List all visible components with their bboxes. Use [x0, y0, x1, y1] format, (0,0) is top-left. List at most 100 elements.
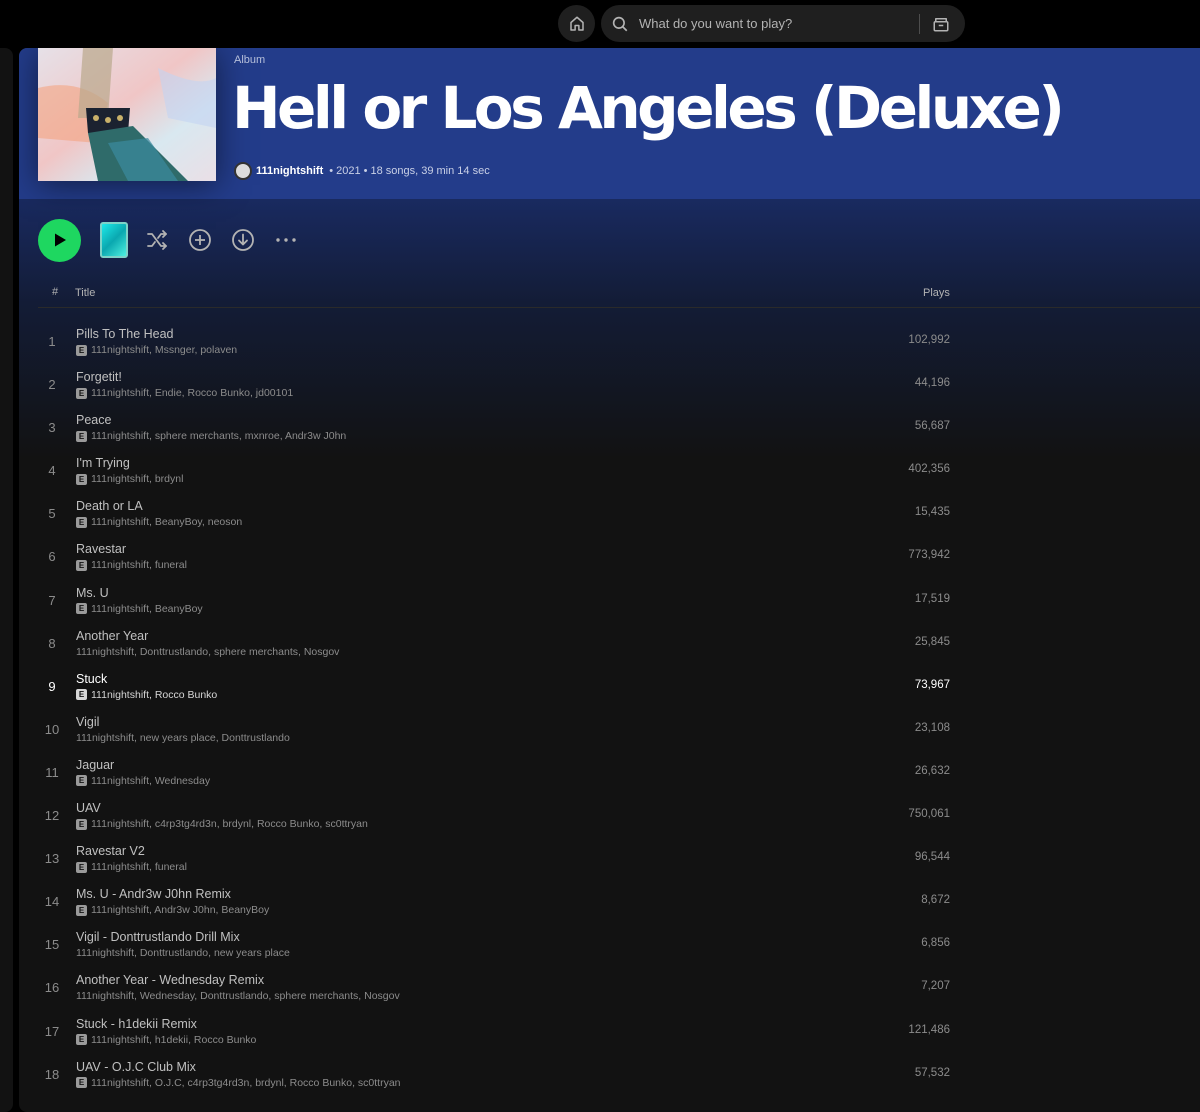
track-artists: E 111nightshift, h1dekii, Rocco Bunko — [76, 1034, 256, 1046]
album-cover[interactable] — [38, 48, 216, 181]
track-title[interactable]: Ms. U - Andr3w J0hn Remix — [76, 887, 231, 901]
explicit-badge: E — [76, 344, 87, 356]
home-button[interactable] — [558, 5, 595, 42]
table-row[interactable]: 17 Stuck - h1dekii Remix E 111nightshift, h… — [38, 1010, 958, 1053]
track-plays: 750,061 — [908, 808, 950, 821]
track-title[interactable]: Vigil - Donttrustlando Drill Mix — [76, 930, 240, 944]
track-artist-names[interactable]: 111nightshift, BeanyBoy — [91, 603, 203, 615]
explicit-badge: E — [76, 904, 87, 916]
track-artist-names[interactable]: 111nightshift, Rocco Bunko — [91, 689, 217, 701]
track-number: 15 — [44, 937, 60, 953]
tracklist-header: # Title Plays — [38, 284, 1200, 308]
track-artist-names[interactable]: 111nightshift, h1dekii, Rocco Bunko — [91, 1034, 256, 1046]
play-button[interactable] — [38, 218, 81, 262]
track-title[interactable]: I'm Trying — [76, 456, 130, 470]
table-row[interactable]: 18 UAV - O.J.C Club Mix E 111nightshift, O.… — [38, 1053, 958, 1096]
track-artist-names[interactable]: 111nightshift, brdynl — [91, 473, 183, 485]
tracklist: 1 Pills To The Head E 111nightshift, Mssnge… — [38, 320, 958, 1096]
track-artist-names[interactable]: 111nightshift, Wednesday, Donttrustlando… — [76, 990, 400, 1002]
table-row[interactable]: 3 Peace E 111nightshift, sphere merchants, … — [38, 406, 958, 449]
track-title[interactable]: UAV - O.J.C Club Mix — [76, 1060, 196, 1074]
album-title: Hell or Los Angeles (Deluxe) — [232, 74, 1065, 142]
track-number: 6 — [48, 549, 56, 565]
track-title[interactable]: Pills To The Head — [76, 327, 174, 341]
explicit-badge: E — [76, 861, 87, 873]
track-number: 18 — [44, 1066, 60, 1082]
search-input[interactable] — [639, 16, 909, 31]
table-row[interactable]: 5 Death or LA E 111nightshift, BeanyBoy, ne… — [38, 492, 958, 535]
browse-icon[interactable] — [930, 13, 952, 35]
album-meta: 111nightshift • 2021 • 18 songs, 39 min … — [234, 162, 490, 180]
track-title[interactable]: Jaguar — [76, 758, 114, 772]
shuffle-icon[interactable] — [143, 226, 171, 254]
table-row[interactable]: 6 Ravestar E 111nightshift, funeral 773,942 — [38, 535, 958, 578]
table-row[interactable]: 1 Pills To The Head E 111nightshift, Mssnge… — [38, 320, 958, 363]
download-icon[interactable] — [229, 226, 257, 254]
track-artist-names[interactable]: 111nightshift, Wednesday — [91, 775, 210, 787]
track-artist-names[interactable]: 111nightshift, c4rp3tg4rd3n, brdynl, Roc… — [91, 818, 368, 830]
track-artist-names[interactable]: 111nightshift, Andr3w J0hn, BeanyBoy — [91, 904, 269, 916]
track-artists: E 111nightshift, Rocco Bunko — [76, 689, 217, 701]
table-row[interactable]: 12 UAV E 111nightshift, c4rp3tg4rd3n, brdyn… — [38, 794, 958, 837]
track-artist-names[interactable]: 111nightshift, Mssnger, polaven — [91, 344, 237, 356]
table-row[interactable]: 10 Vigil 111nightshift, new years place, D… — [38, 708, 958, 751]
table-row[interactable]: 15 Vigil - Donttrustlando Drill Mix 111nig… — [38, 923, 958, 966]
track-artist-names[interactable]: 111nightshift, BeanyBoy, neoson — [91, 516, 242, 528]
track-artist-names[interactable]: 111nightshift, new years place, Donttrus… — [76, 732, 290, 744]
add-to-library-icon[interactable] — [186, 226, 214, 254]
track-artist-names[interactable]: 111nightshift, Donttrustlando, sphere me… — [76, 646, 339, 658]
track-plays: 15,435 — [914, 506, 950, 519]
table-row[interactable]: 16 Another Year - Wednesday Remix 111night… — [38, 966, 958, 1009]
track-artist-names[interactable]: 111nightshift, funeral — [91, 559, 187, 571]
track-number: 12 — [44, 808, 60, 824]
artist-link[interactable]: 111nightshift — [256, 165, 323, 177]
track-title[interactable]: Stuck - h1dekii Remix — [76, 1017, 197, 1031]
track-artists: E 111nightshift, O.J.C, c4rp3tg4rd3n, brd… — [76, 1077, 401, 1089]
track-title[interactable]: Death or LA — [76, 499, 143, 513]
track-title[interactable]: Another Year — [76, 629, 148, 643]
track-artist-names[interactable]: 111nightshift, sphere merchants, mxnroe,… — [91, 430, 346, 442]
table-row[interactable]: 8 Another Year 111nightshift, Donttrustlan… — [38, 622, 958, 665]
track-title[interactable]: Ravestar — [76, 542, 126, 556]
track-artist-names[interactable]: 111nightshift, funeral — [91, 861, 187, 873]
track-plays: 6,856 — [921, 937, 950, 950]
track-title[interactable]: Ravestar V2 — [76, 844, 145, 858]
track-title[interactable]: Vigil — [76, 715, 99, 729]
explicit-badge: E — [76, 818, 87, 830]
table-row[interactable]: 7 Ms. U E 111nightshift, BeanyBoy 17,519 — [38, 579, 958, 622]
track-title[interactable]: UAV — [76, 801, 101, 815]
track-plays: 102,992 — [908, 334, 950, 346]
more-options-icon[interactable] — [272, 226, 300, 254]
track-title[interactable]: Peace — [76, 413, 111, 427]
track-artist-names[interactable]: 111nightshift, O.J.C, c4rp3tg4rd3n, brdy… — [91, 1077, 401, 1089]
track-title[interactable]: Another Year - Wednesday Remix — [76, 973, 264, 987]
table-row[interactable]: 14 Ms. U - Andr3w J0hn Remix E 111nightshif… — [38, 880, 958, 923]
table-row[interactable]: 13 Ravestar V2 E 111nightshift, funeral 96,5… — [38, 837, 958, 880]
artist-avatar[interactable] — [234, 162, 252, 180]
header-title[interactable]: Title — [75, 287, 95, 299]
track-plays: 773,942 — [908, 549, 950, 562]
table-row[interactable]: 9 Stuck E 111nightshift, Rocco Bunko 73,967 — [38, 665, 958, 708]
track-artist-names[interactable]: 111nightshift, Endie, Rocco Bunko, jd001… — [91, 387, 293, 399]
header-plays[interactable]: Plays — [923, 287, 950, 299]
track-title[interactable]: Forgetit! — [76, 370, 122, 384]
preview-thumbnail[interactable] — [100, 222, 128, 258]
table-row[interactable]: 11 Jaguar E 111nightshift, Wednesday 26,632 — [38, 751, 958, 794]
table-row[interactable]: 2 Forgetit! E 111nightshift, Endie, Rocco B… — [38, 363, 958, 406]
track-plays: 8,672 — [921, 894, 950, 907]
track-title[interactable]: Ms. U — [76, 586, 109, 600]
meta-separator: • — [329, 165, 334, 177]
track-title[interactable]: Stuck — [76, 672, 107, 686]
track-plays: 96,544 — [914, 851, 950, 864]
search-icon — [611, 14, 631, 34]
track-artist-names[interactable]: 111nightshift, Donttrustlando, new years… — [76, 947, 290, 959]
track-plays: 25,845 — [914, 635, 950, 648]
track-plays: 57,532 — [914, 1066, 950, 1079]
explicit-badge: E — [76, 603, 87, 615]
track-artists: E 111nightshift, Wednesday — [76, 775, 210, 787]
explicit-badge: E — [76, 430, 87, 442]
table-row[interactable]: 4 I'm Trying E 111nightshift, brdynl 402,356 — [38, 449, 958, 492]
explicit-badge: E — [76, 387, 87, 399]
track-number: 3 — [48, 420, 56, 436]
track-plays: 26,632 — [914, 764, 950, 777]
